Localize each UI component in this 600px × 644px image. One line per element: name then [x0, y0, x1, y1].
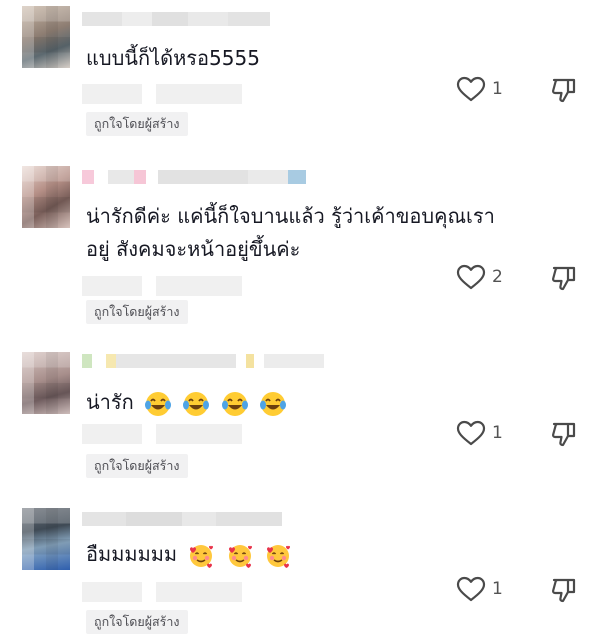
liked-by-creator-badge: ถูกใจโดยผู้สร้าง: [86, 610, 188, 634]
comment-text: แบบนี้ก็ได้หรอ5555: [86, 46, 260, 70]
thumbs-down-outline-icon[interactable]: [550, 264, 578, 292]
comment-text-content: น่ารัก: [86, 390, 134, 414]
joy-tears-emoji: [260, 391, 287, 416]
joy-tears-emoji: [145, 391, 172, 416]
comment-text-line1: น่ารักดีค่ะ แค่นี้ก็ใจบานแล้ว รู้ว่าเค้า…: [86, 204, 495, 228]
avatar[interactable]: [22, 352, 70, 414]
joy-tears-emoji: [183, 391, 210, 416]
like-button[interactable]: 1: [456, 420, 503, 446]
heart-outline-icon: [456, 420, 486, 446]
avatar[interactable]: [22, 508, 70, 570]
avatar[interactable]: [22, 6, 70, 68]
username-blurred[interactable]: [82, 512, 282, 526]
emoji-group: [183, 542, 292, 568]
comment-meta-blurred: [82, 84, 242, 104]
liked-by-creator-badge: ถูกใจโดยผู้สร้าง: [86, 112, 188, 136]
like-button[interactable]: 1: [456, 576, 503, 602]
username-blurred[interactable]: [82, 170, 306, 184]
smiling-hearts-emoji: [228, 544, 252, 568]
heart-outline-icon: [456, 76, 486, 102]
comment-meta-blurred: [82, 424, 242, 444]
like-count: 1: [492, 79, 503, 99]
heart-outline-icon: [456, 264, 486, 290]
avatar[interactable]: [22, 166, 70, 228]
thumbs-down-outline-icon[interactable]: [550, 420, 578, 448]
thumbs-down-outline-icon[interactable]: [550, 576, 578, 604]
heart-outline-icon: [456, 576, 486, 602]
like-button[interactable]: 2: [456, 264, 503, 290]
thumbs-down-outline-icon[interactable]: [550, 76, 578, 104]
like-count: 1: [492, 579, 503, 599]
smiling-hearts-emoji: [267, 544, 291, 568]
comment-text: น่ารัก: [86, 386, 287, 419]
joy-tears-emoji: [221, 391, 248, 416]
username-blurred[interactable]: [82, 354, 324, 368]
like-count: 1: [492, 423, 503, 443]
liked-by-creator-badge: ถูกใจโดยผู้สร้าง: [86, 454, 188, 478]
smiling-hearts-emoji: [190, 544, 214, 568]
comment-text-content: อืมมมมมม: [86, 542, 178, 566]
liked-by-creator-badge: ถูกใจโดยผู้สร้าง: [86, 300, 188, 324]
comment-meta-blurred: [82, 582, 242, 602]
like-count: 2: [492, 267, 503, 287]
emoji-group: [140, 390, 287, 416]
comment-meta-blurred: [82, 276, 242, 296]
username-blurred[interactable]: [82, 12, 270, 26]
comment-text: อืมมมมมม: [86, 538, 292, 571]
like-button[interactable]: 1: [456, 76, 503, 102]
comment-text-line2: อยู่ สังคมจะหน้าอยู่ขึ้นค่ะ: [86, 237, 301, 261]
